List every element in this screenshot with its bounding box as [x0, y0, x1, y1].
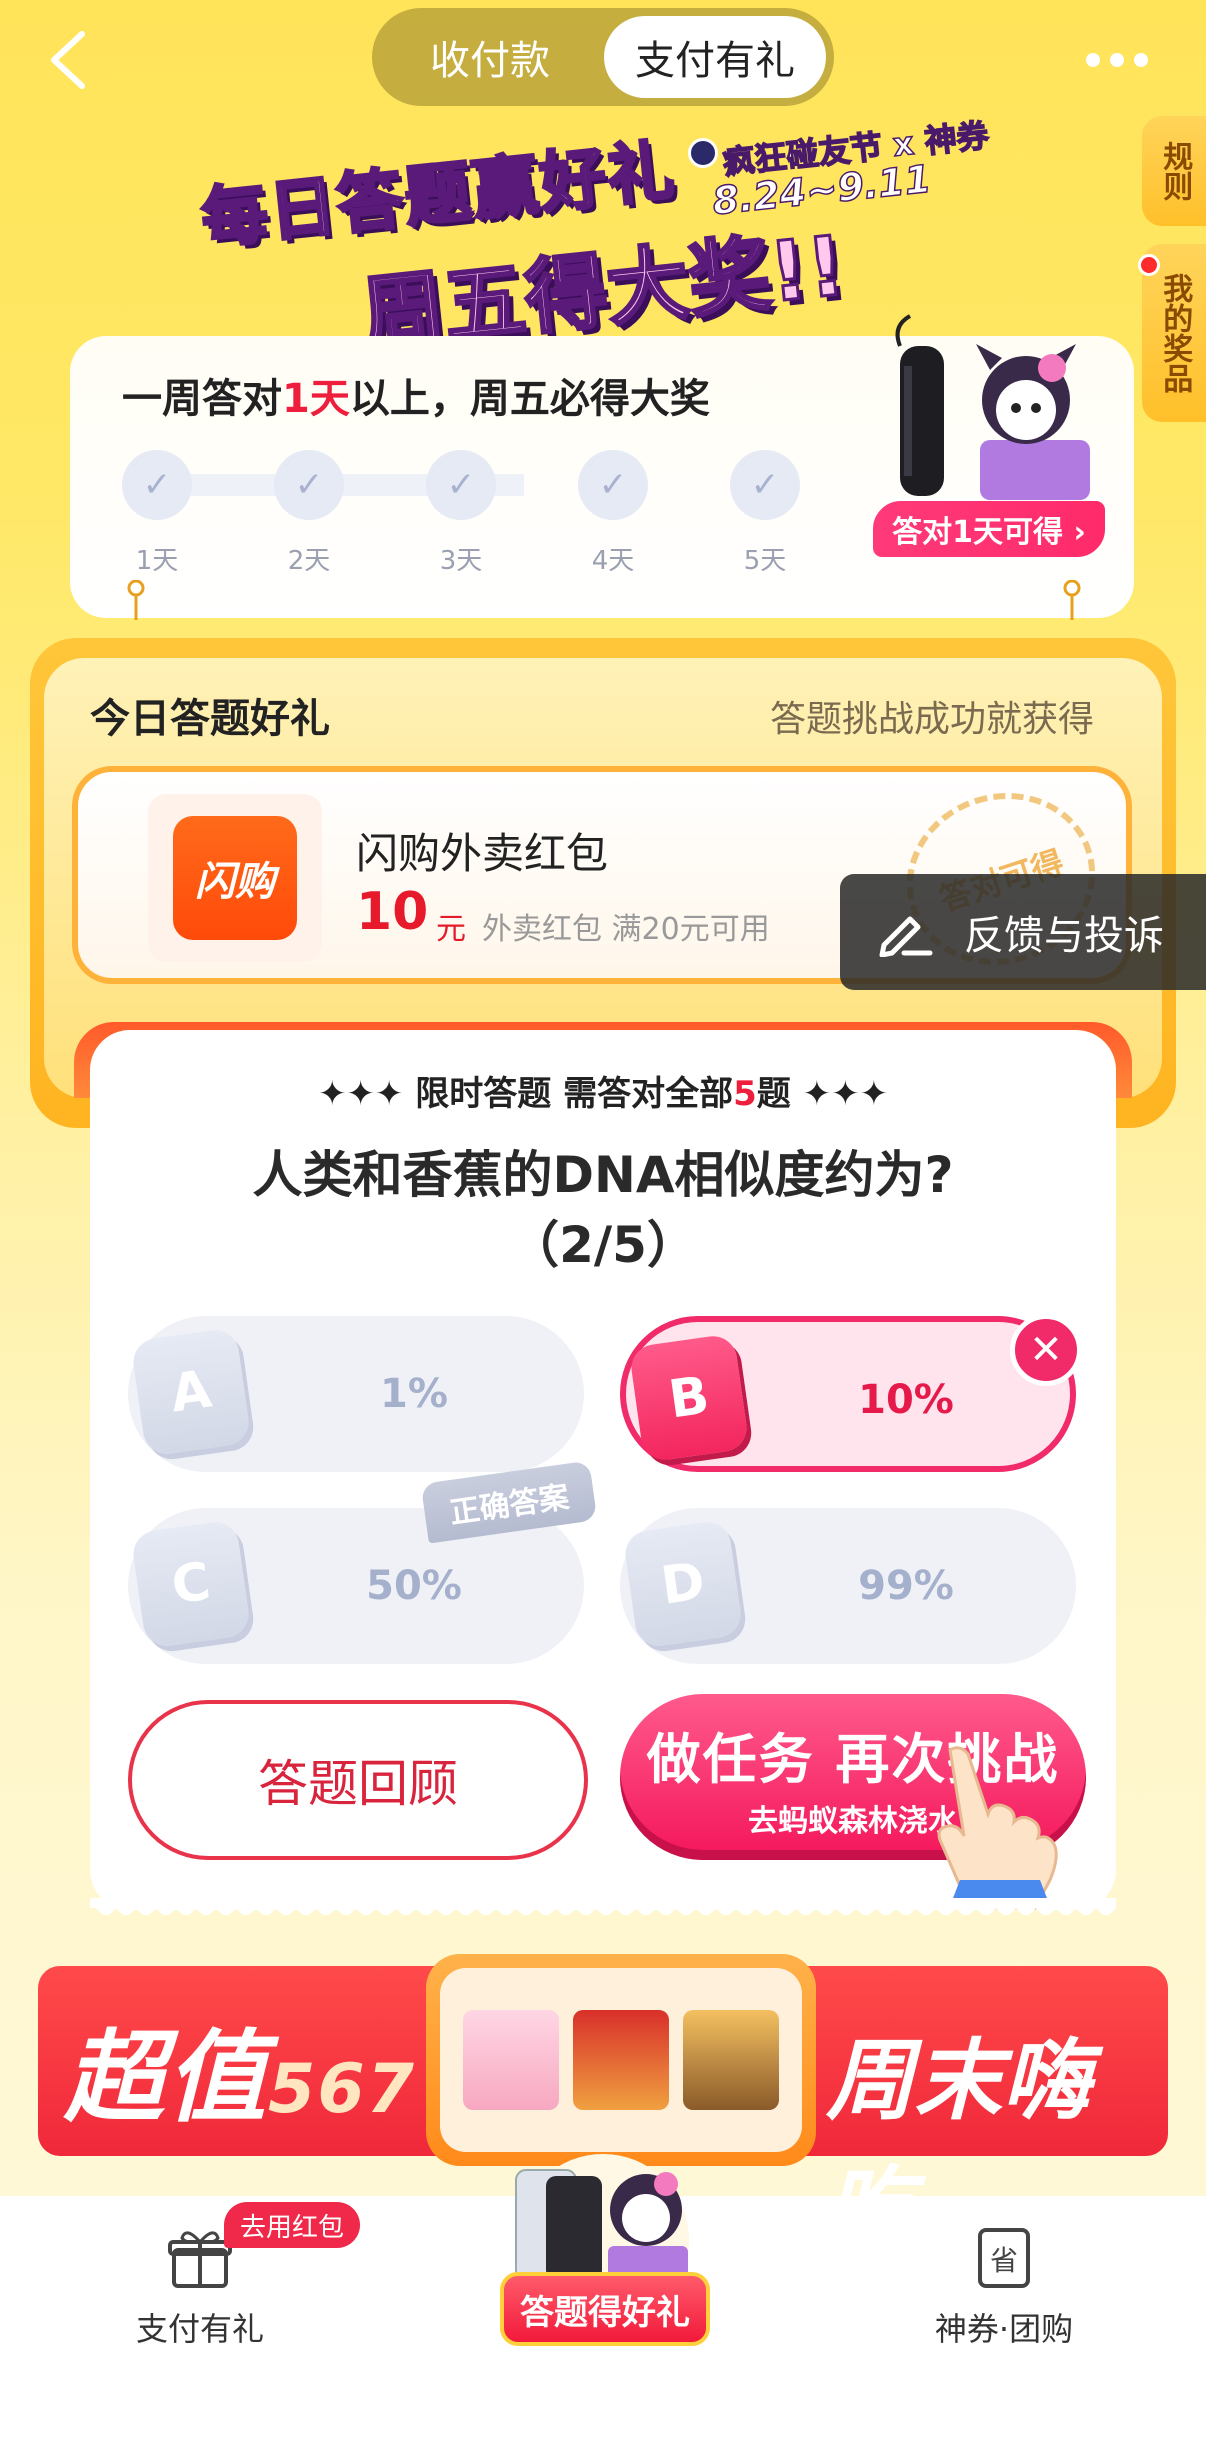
- burger-image: [683, 2010, 779, 2110]
- tab-pay-receive[interactable]: 收付款: [380, 16, 600, 98]
- promo-left-text: 超值567: [64, 1996, 416, 2141]
- tab-label: 神券·团购: [934, 2310, 1074, 2348]
- check-icon: ✓: [122, 450, 192, 520]
- option-letter: C: [130, 1519, 252, 1649]
- tab-label: 支付有礼: [135, 2310, 264, 2348]
- question-text: 人类和香蕉的DNA相似度约为?: [252, 1146, 954, 1204]
- day-label: 5天: [743, 546, 787, 576]
- center-tab-label[interactable]: 答题得好礼: [500, 2272, 710, 2346]
- tab-pay-gift[interactable]: 支付有礼: [604, 16, 826, 98]
- quiz-header-count: 5: [733, 1074, 757, 1114]
- edit-pen-icon: [879, 916, 933, 957]
- day-label: 2天: [287, 546, 331, 576]
- weekend-promo-banner[interactable]: 超值567 周末嗨吃: [38, 1954, 1168, 2259]
- option-a[interactable]: A 1%: [128, 1316, 584, 1472]
- option-letter: D: [622, 1519, 744, 1649]
- hanging-hook-icon: [127, 580, 145, 620]
- shangou-logo-text: 闪购: [173, 816, 297, 940]
- quiz-header-suffix: 题 ✦✦✦: [756, 1074, 889, 1114]
- option-value: 99%: [858, 1563, 954, 1609]
- promo-left-number: 567: [268, 2050, 416, 2129]
- day-step-1: ✓ 1天: [122, 450, 192, 577]
- rules-label: 规则: [1157, 141, 1193, 201]
- hanging-hook-icon: [1063, 580, 1081, 620]
- wrong-x-icon: ✕: [1010, 1314, 1082, 1386]
- day-label: 4天: [591, 546, 635, 576]
- check-icon: ✓: [274, 450, 344, 520]
- option-d[interactable]: D 99%: [620, 1508, 1076, 1664]
- quiz-question: 人类和香蕉的DNA相似度约为? （2/5）: [90, 1140, 1116, 1280]
- gift-name: 闪购外卖红包: [356, 829, 609, 878]
- festival-logo-icon: [688, 138, 718, 168]
- option-c[interactable]: C 50% 正确答案: [128, 1460, 598, 1664]
- ticket-edge-decor: [90, 1898, 1116, 1915]
- feedback-label: 反馈与投诉: [964, 913, 1164, 959]
- gift-unit: 元: [436, 912, 466, 947]
- weekly-progress-title: 一周答对1天以上，周五必得大奖: [122, 366, 710, 424]
- shangou-logo: 闪购: [148, 794, 322, 962]
- day-step-5: ✓ 5天: [730, 450, 800, 577]
- option-value: 50%: [366, 1563, 462, 1609]
- use-red-packet-badge: 去用红包: [224, 2202, 360, 2248]
- option-letter: B: [628, 1333, 750, 1463]
- check-icon: ✓: [426, 450, 496, 520]
- quiz-header-prefix: ✦✦✦ 限时答题 需答对全部: [317, 1074, 734, 1114]
- gift-amount: 10: [356, 882, 429, 942]
- answer-review-button[interactable]: 答题回顾: [128, 1700, 588, 1860]
- question-progress: （2/5）: [509, 1216, 697, 1274]
- week-title-suffix: 以上，周五必得大奖: [349, 376, 710, 422]
- day-step-3: ✓ 3天: [426, 450, 496, 577]
- day-label: 3天: [439, 546, 483, 576]
- coupon-save-icon: 省: [978, 2228, 1030, 2288]
- segmented-control: 收付款 支付有礼: [372, 8, 834, 106]
- promo-left-word: 超值: [64, 2019, 268, 2136]
- day-step-4: ✓ 4天: [578, 450, 648, 577]
- week-title-highlight: 1天: [282, 376, 350, 422]
- check-icon: ✓: [578, 450, 648, 520]
- week-title-prefix: 一周答对: [122, 376, 282, 422]
- kuromi-mascot-icon: [976, 344, 1090, 500]
- daily-gift-subtitle: 答题挑战成功就获得: [770, 699, 1095, 740]
- feedback-button[interactable]: 反馈与投诉: [840, 874, 1206, 990]
- coupon-icon-char: 省: [990, 2244, 1018, 2277]
- check-icon: ✓: [730, 450, 800, 520]
- quiz-header: ✦✦✦ 限时答题 需答对全部5题 ✦✦✦: [90, 1066, 1116, 1115]
- option-b[interactable]: B 10% ✕: [620, 1314, 1082, 1472]
- option-value: 1%: [380, 1371, 448, 1417]
- rules-button[interactable]: 规则: [1142, 116, 1206, 226]
- daily-gift-heading: 今日答题好礼: [90, 696, 330, 742]
- notification-dot: [1138, 254, 1160, 276]
- day-label: 1天: [135, 546, 179, 576]
- my-prizes-label: 我的奖品: [1157, 273, 1193, 393]
- gift-description: 外卖红包 满20元可用: [482, 912, 770, 947]
- more-icon[interactable]: [1086, 40, 1186, 80]
- promo-food-showcase: [426, 1954, 816, 2166]
- fried-chicken-image: [573, 2010, 669, 2110]
- day-step-2: ✓ 2天: [274, 450, 344, 577]
- back-arrow-icon[interactable]: [40, 28, 100, 92]
- option-letter: A: [130, 1327, 252, 1457]
- tab-coupons[interactable]: 省 神券·团购: [884, 2224, 1124, 2350]
- drink-image: [463, 2010, 559, 2110]
- pointing-hand-icon: [937, 1746, 1058, 1910]
